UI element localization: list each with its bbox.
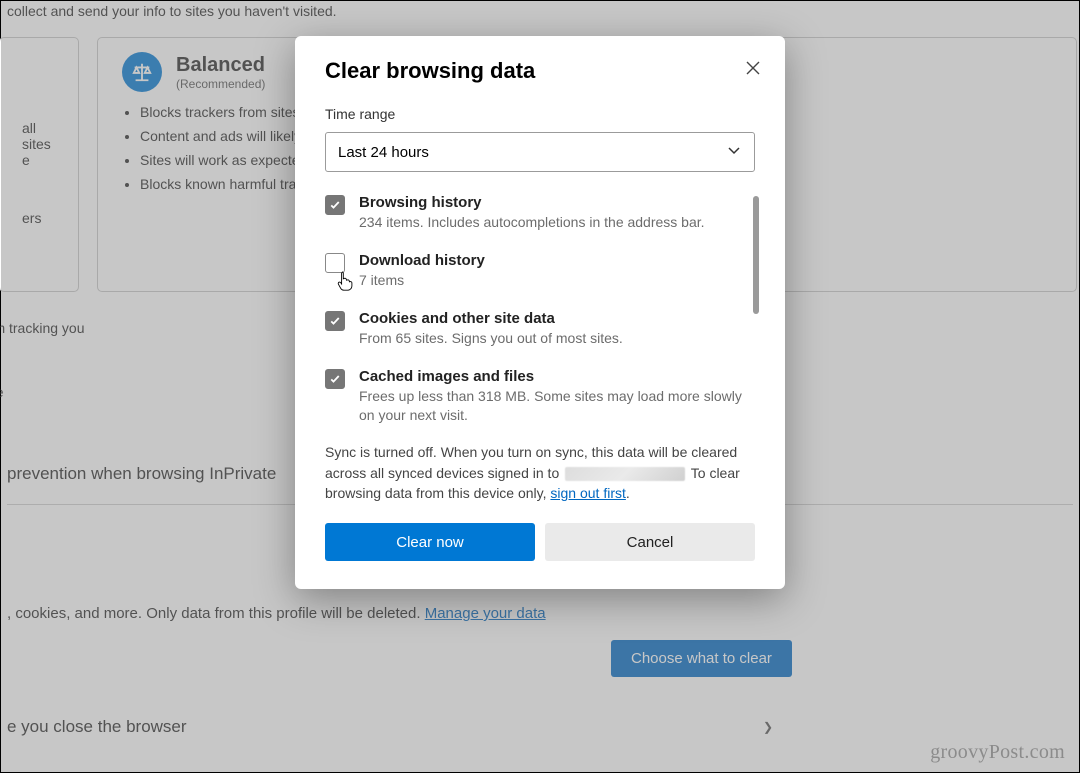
clear-item-row: Cached images and files Frees up less th… — [325, 368, 755, 425]
item-title: Download history — [359, 252, 485, 269]
clear-item-row: Browsing history 234 items. Includes aut… — [325, 194, 755, 232]
close-icon[interactable] — [739, 54, 767, 82]
checkbox-cached-files[interactable] — [325, 369, 345, 389]
dialog-title: Clear browsing data — [325, 58, 755, 84]
sync-notice: Sync is turned off. When you turn on syn… — [325, 442, 755, 503]
cancel-button[interactable]: Cancel — [545, 523, 755, 561]
modal-backdrop: Clear browsing data Time range Last 24 h… — [1, 1, 1079, 772]
redacted-account — [565, 467, 685, 481]
item-title: Cookies and other site data — [359, 310, 623, 327]
item-title: Browsing history — [359, 194, 705, 211]
clear-item-row: Download history 7 items — [325, 252, 755, 290]
cursor-pointer-icon — [335, 270, 355, 297]
clear-item-row: Cookies and other site data From 65 site… — [325, 310, 755, 348]
sign-out-first-link[interactable]: sign out first — [550, 485, 625, 501]
checkbox-cookies[interactable] — [325, 311, 345, 331]
time-range-value: Last 24 hours — [338, 144, 429, 161]
time-range-label: Time range — [325, 106, 755, 122]
watermark-text: groovyPost.com — [930, 741, 1065, 764]
clear-now-button[interactable]: Clear now — [325, 523, 535, 561]
item-subtitle: 7 items — [359, 271, 485, 290]
item-subtitle: Frees up less than 318 MB. Some sites ma… — [359, 387, 755, 425]
item-title: Cached images and files — [359, 368, 755, 385]
checkbox-browsing-history[interactable] — [325, 195, 345, 215]
item-subtitle: From 65 sites. Signs you out of most sit… — [359, 329, 623, 348]
time-range-select[interactable]: Last 24 hours — [325, 132, 755, 172]
checkbox-download-history[interactable] — [325, 253, 345, 273]
clear-browsing-data-dialog: Clear browsing data Time range Last 24 h… — [295, 36, 785, 589]
chevron-down-icon — [726, 142, 742, 162]
item-subtitle: 234 items. Includes autocompletions in t… — [359, 213, 705, 232]
